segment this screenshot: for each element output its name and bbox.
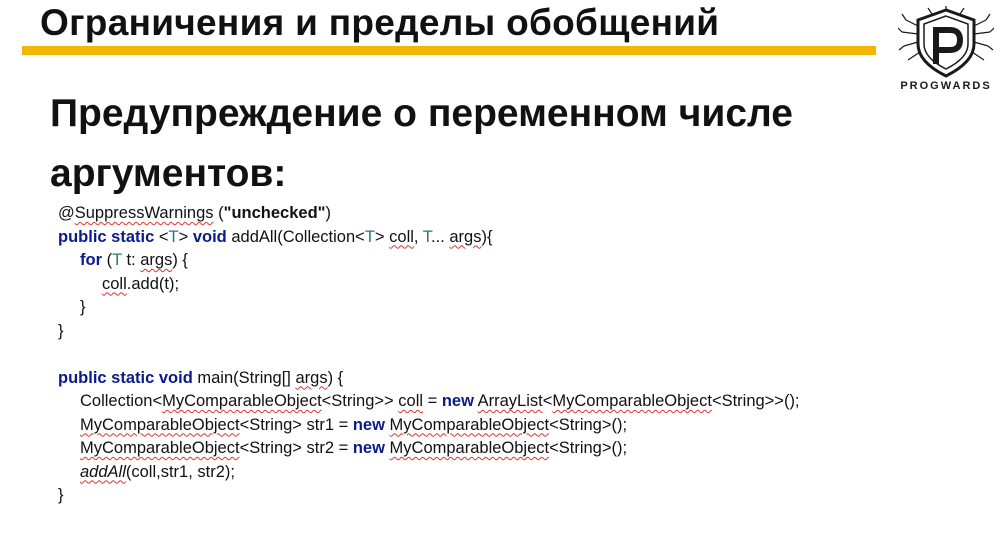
code-line: MyComparableObject<String> str1 = new My… <box>80 415 628 434</box>
code-line: } <box>58 321 64 340</box>
progwards-shield-icon <box>897 6 995 78</box>
code-line: Collection<MyComparableObject<String>> c… <box>80 392 800 410</box>
code-line: @SuppressWarnings ("unchecked") <box>58 204 331 222</box>
code-line: public static <T> void addAll(Collection… <box>58 227 493 246</box>
code-line: MyComparableObject<String> str2 = new My… <box>80 439 628 457</box>
code-line: addAll(coll,str1, str2); <box>80 462 235 481</box>
logo-text: PROGWARDS <box>900 80 992 92</box>
code-line: coll.add(t); <box>102 274 180 293</box>
code-block: @SuppressWarnings ("unchecked") public s… <box>58 202 800 508</box>
progwards-logo: PROGWARDS <box>897 6 995 94</box>
code-line: } <box>80 298 86 316</box>
code-line: for (T t: args) { <box>80 251 188 269</box>
header-accent-bar <box>22 46 876 55</box>
code-line: } <box>58 486 64 504</box>
slide-section-title: Ограничения и пределы обобщений <box>40 2 720 43</box>
slide-heading: Предупреждение о переменном числе аргуме… <box>50 92 793 195</box>
code-line: public static void main(String[] args) { <box>58 368 344 387</box>
